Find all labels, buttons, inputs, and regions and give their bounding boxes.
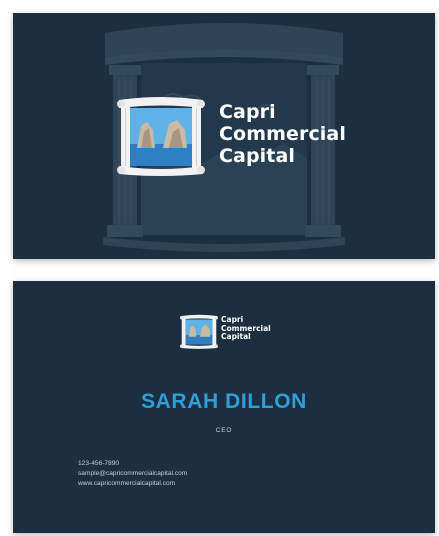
website-url: www.capricommercialcapital.com	[78, 480, 176, 487]
brand-name: Capri Commercial Capital	[219, 101, 346, 167]
email-address: sample@capricommercialcapital.com	[78, 470, 188, 477]
brand-name-line3: Capital	[219, 145, 295, 167]
card-back: Capri Commercial Capital SARAH DILLON CE…	[13, 281, 435, 533]
framed-faraglioni-rocks-icon	[180, 314, 218, 349]
brand-name-line2: Commercial	[219, 123, 346, 145]
brand-name-small: Capri Commercial Capital	[221, 315, 271, 342]
framed-faraglioni-rocks-icon	[117, 97, 205, 176]
brand-name-line3: Capital	[221, 332, 251, 342]
contact-block: 123-456-7890 sample@capricommercialcapit…	[78, 459, 187, 489]
person-title: CEO	[215, 427, 233, 434]
card-front: Capri Commercial Capital	[13, 13, 435, 259]
business-card-mockup: Capri Commercial Capital Capri Commercia…	[0, 0, 439, 536]
phone-number: 123-456-7890	[78, 460, 120, 467]
brand-name-line1: Capri	[219, 101, 276, 123]
brand-logo-small: Capri Commercial Capital	[180, 314, 280, 350]
brand-logo: Capri Commercial Capital	[117, 96, 346, 178]
person-name: SARAH DILLON	[141, 390, 307, 413]
